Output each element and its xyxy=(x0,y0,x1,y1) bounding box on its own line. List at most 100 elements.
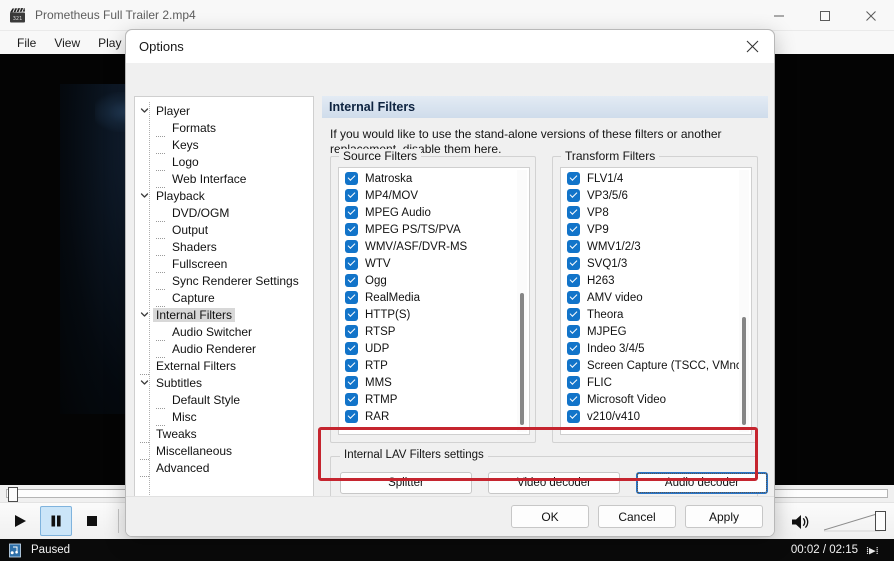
filter-list-item[interactable]: Indeo 3/4/5 xyxy=(561,340,737,357)
checkbox-checked-icon[interactable] xyxy=(567,393,580,406)
filter-list-item[interactable]: MP4/MOV xyxy=(339,187,515,204)
tree-item-audio-renderer[interactable]: Audio Renderer xyxy=(135,340,313,358)
chevron-down-icon[interactable] xyxy=(135,310,153,319)
tree-item-sync-renderer-settings[interactable]: Sync Renderer Settings xyxy=(135,272,313,290)
volume-thumb[interactable] xyxy=(875,510,886,531)
checkbox-checked-icon[interactable] xyxy=(345,257,358,270)
ok-button[interactable]: OK xyxy=(511,505,589,528)
transform-filters-scrollbar[interactable] xyxy=(739,170,749,432)
tree-item-shaders[interactable]: Shaders xyxy=(135,238,313,256)
filter-list-item[interactable]: RTSP xyxy=(339,323,515,340)
tree-item-logo[interactable]: Logo xyxy=(135,153,313,171)
tree-item-subtitles[interactable]: Subtitles xyxy=(135,374,313,391)
filter-list-item[interactable]: WMV/ASF/DVR-MS xyxy=(339,238,515,255)
checkbox-checked-icon[interactable] xyxy=(567,206,580,219)
tree-item-fullscreen[interactable]: Fullscreen xyxy=(135,255,313,273)
checkbox-checked-icon[interactable] xyxy=(345,206,358,219)
checkbox-checked-icon[interactable] xyxy=(345,393,358,406)
source-filters-scrollbar[interactable] xyxy=(517,170,527,432)
filter-list-item[interactable]: Microsoft Video xyxy=(561,391,737,408)
tree-item-web-interface[interactable]: Web Interface xyxy=(135,170,313,188)
filter-list-item[interactable]: MPEG Audio xyxy=(339,204,515,221)
filter-list-item[interactable]: Ogg xyxy=(339,272,515,289)
tree-item-keys[interactable]: Keys xyxy=(135,136,313,154)
tree-item-output[interactable]: Output xyxy=(135,221,313,239)
checkbox-checked-icon[interactable] xyxy=(345,274,358,287)
tree-item-advanced[interactable]: Advanced xyxy=(135,459,313,477)
filter-list-item[interactable]: Matroska xyxy=(339,170,515,187)
tree-item-tweaks[interactable]: Tweaks xyxy=(135,425,313,443)
audio-decoder-button[interactable]: Audio decoder xyxy=(636,472,768,494)
checkbox-checked-icon[interactable] xyxy=(345,359,358,372)
filter-list-item[interactable]: MMS xyxy=(339,374,515,391)
checkbox-checked-icon[interactable] xyxy=(567,308,580,321)
tree-item-external-filters[interactable]: External Filters xyxy=(135,357,313,375)
tree-item-internal-filters[interactable]: Internal Filters xyxy=(135,306,313,323)
scrollbar-thumb[interactable] xyxy=(742,317,746,425)
filter-list-item[interactable]: RAR xyxy=(339,408,515,425)
checkbox-checked-icon[interactable] xyxy=(567,189,580,202)
filter-list-item[interactable]: WTV xyxy=(339,255,515,272)
checkbox-checked-icon[interactable] xyxy=(567,257,580,270)
dialog-close-button[interactable] xyxy=(730,30,774,63)
play-button[interactable] xyxy=(4,506,36,536)
filter-list-item[interactable]: VP9 xyxy=(561,221,737,238)
tree-item-dvd-ogm[interactable]: DVD/OGM xyxy=(135,204,313,222)
checkbox-checked-icon[interactable] xyxy=(345,410,358,423)
checkbox-checked-icon[interactable] xyxy=(567,172,580,185)
scrollbar-thumb[interactable] xyxy=(520,293,524,425)
pause-button[interactable] xyxy=(40,506,72,536)
filter-list-item[interactable]: SVQ1/3 xyxy=(561,255,737,272)
filter-list-item[interactable]: VP3/5/6 xyxy=(561,187,737,204)
menu-file[interactable]: File xyxy=(8,34,45,52)
chevron-down-icon[interactable] xyxy=(135,378,153,387)
filter-list-item[interactable]: H263 xyxy=(561,272,737,289)
chevron-down-icon[interactable] xyxy=(135,106,153,115)
speaker-icon[interactable] xyxy=(790,512,814,532)
filter-list-item[interactable]: AMV video xyxy=(561,289,737,306)
splitter-button[interactable]: Splitter xyxy=(340,472,472,494)
video-decoder-button[interactable]: Video decoder xyxy=(488,472,620,494)
cancel-button[interactable]: Cancel xyxy=(598,505,676,528)
menu-view[interactable]: View xyxy=(45,34,89,52)
checkbox-checked-icon[interactable] xyxy=(567,223,580,236)
tree-item-default-style[interactable]: Default Style xyxy=(135,391,313,409)
maximize-button[interactable] xyxy=(802,0,848,31)
stop-button[interactable] xyxy=(76,506,108,536)
filter-list-item[interactable]: RTMP xyxy=(339,391,515,408)
filter-list-item[interactable]: v210/v410 xyxy=(561,408,737,425)
tree-item-audio-switcher[interactable]: Audio Switcher xyxy=(135,323,313,341)
filter-list-item[interactable]: MPEG PS/TS/PVA xyxy=(339,221,515,238)
tree-item-player[interactable]: Player xyxy=(135,102,313,119)
filter-list-item[interactable]: VP8 xyxy=(561,204,737,221)
checkbox-checked-icon[interactable] xyxy=(345,325,358,338)
apply-button[interactable]: Apply xyxy=(685,505,763,528)
seek-thumb[interactable] xyxy=(8,487,18,502)
volume-slider[interactable] xyxy=(824,509,886,535)
filter-list-item[interactable]: Screen Capture (TSCC, VMnc) xyxy=(561,357,746,374)
filter-list-item[interactable]: Theora xyxy=(561,306,737,323)
filter-list-item[interactable]: MJPEG xyxy=(561,323,737,340)
tree-item-playback[interactable]: Playback xyxy=(135,187,313,204)
checkbox-checked-icon[interactable] xyxy=(567,342,580,355)
checkbox-checked-icon[interactable] xyxy=(345,291,358,304)
checkbox-checked-icon[interactable] xyxy=(345,189,358,202)
tree-item-formats[interactable]: Formats xyxy=(135,119,313,137)
transform-filters-listbox[interactable]: FLV1/4 VP3/5/6 VP8 VP9 WMV1/2/3 SVQ1/3 H263 AMV… xyxy=(560,167,752,435)
tree-item-capture[interactable]: Capture xyxy=(135,289,313,307)
checkbox-checked-icon[interactable] xyxy=(567,274,580,287)
filter-list-item[interactable]: WMV1/2/3 xyxy=(561,238,737,255)
checkbox-checked-icon[interactable] xyxy=(567,359,580,372)
filter-list-item[interactable]: FLIC xyxy=(561,374,737,391)
filter-list-item[interactable]: HTTP(S) xyxy=(339,306,515,323)
filter-list-item[interactable]: UDP xyxy=(339,340,515,357)
chevron-down-icon[interactable] xyxy=(135,191,153,200)
checkbox-checked-icon[interactable] xyxy=(345,223,358,236)
checkbox-checked-icon[interactable] xyxy=(345,308,358,321)
tree-item-misc[interactable]: Misc xyxy=(135,408,313,426)
checkbox-checked-icon[interactable] xyxy=(345,240,358,253)
checkbox-checked-icon[interactable] xyxy=(567,325,580,338)
checkbox-checked-icon[interactable] xyxy=(567,376,580,389)
filter-list-item[interactable]: RealMedia xyxy=(339,289,515,306)
settings-tree[interactable]: Player Formats Keys Logo Web Interface Playba… xyxy=(134,96,314,531)
